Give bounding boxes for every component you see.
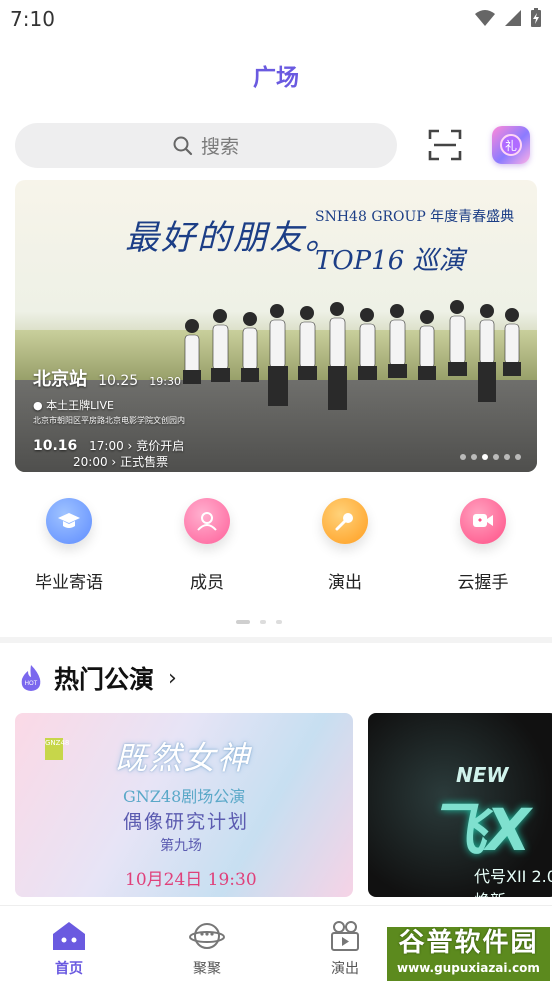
quick-item-cloud-handshake[interactable]: 云握手 bbox=[414, 498, 552, 593]
video-chat-icon bbox=[460, 498, 506, 544]
quick-item-performance[interactable]: 演出 bbox=[276, 498, 414, 593]
gift-ribbon: 礼 bbox=[500, 134, 522, 156]
quick-item-graduation[interactable]: 毕业寄语 bbox=[0, 498, 138, 593]
search-placeholder: 搜索 bbox=[200, 136, 239, 158]
graduation-cap-icon bbox=[46, 498, 92, 544]
gift-badge-icon[interactable]: 礼 bbox=[492, 126, 530, 164]
page-title: 广场 bbox=[253, 65, 299, 91]
banner-venue: 本土王牌LIVE bbox=[46, 399, 114, 412]
banner-dot-active[interactable] bbox=[482, 454, 488, 460]
banner-address: 北京市朝阳区平房路北京电影学院文创园内 bbox=[33, 416, 185, 425]
card-line2: 飞X bbox=[428, 796, 531, 864]
watermark-url: www.gupuxiazai.com bbox=[397, 961, 540, 975]
tab-gathering[interactable]: 聚聚 bbox=[167, 920, 247, 978]
banner-sale-info: 10.16 17:00 › 竞价开启 20:00 › 正式售票 bbox=[33, 438, 185, 469]
card-episode: 第九场 bbox=[160, 838, 202, 854]
hot-flame-icon: HOT bbox=[21, 665, 41, 691]
wifi-icon bbox=[475, 10, 495, 26]
tab-home[interactable]: 首页 bbox=[29, 920, 109, 978]
scan-icon[interactable] bbox=[428, 128, 462, 162]
chevron-right-icon[interactable]: › bbox=[168, 666, 177, 691]
pager-dot-active[interactable] bbox=[236, 620, 250, 624]
banner-city: 北京站 bbox=[33, 369, 87, 390]
banner-dot[interactable] bbox=[515, 454, 521, 460]
search-input[interactable]: 搜索 bbox=[15, 123, 397, 168]
svg-text:HOT: HOT bbox=[25, 681, 38, 687]
banner-sale-date: 10.16 bbox=[33, 438, 78, 454]
banner-time: 19:30 bbox=[149, 375, 181, 388]
card-team: GNZ48剧场公演 bbox=[123, 787, 246, 806]
gnz48-logo: GNZ48 bbox=[45, 738, 69, 760]
banner-sale-time-1: 17:00 bbox=[89, 439, 124, 453]
quick-menu: 毕业寄语 成员 演出 云握手 bbox=[0, 498, 552, 598]
tab-label: 演出 bbox=[331, 961, 359, 977]
search-icon bbox=[173, 136, 193, 155]
banner-dot[interactable] bbox=[460, 454, 466, 460]
quick-item-label: 成员 bbox=[190, 573, 224, 593]
banner-event-info: 北京站 10.25 19:30 ● 本土王牌LIVE 北京市朝阳区平房路北京电影… bbox=[33, 365, 185, 470]
performance-icon bbox=[331, 921, 359, 951]
status-time: 7:10 bbox=[10, 7, 55, 31]
quick-menu-pager bbox=[236, 620, 282, 624]
app-screen: 7:10 广场 搜索 礼 最好的朋友。 SNH48 GROUP 年度青春盛典 T… bbox=[0, 0, 552, 983]
microphone-icon bbox=[322, 498, 368, 544]
home-icon bbox=[53, 922, 85, 950]
card-line3: 代号XII 2.0 焕新 bbox=[474, 867, 552, 897]
watermark-logo: 谷普软件园 www.gupuxiazai.com bbox=[385, 925, 552, 983]
status-bar: 7:10 bbox=[0, 0, 552, 38]
quick-item-label: 毕业寄语 bbox=[35, 573, 103, 593]
hot-section-header[interactable]: HOT 热门公演 › bbox=[18, 660, 177, 696]
quick-item-label: 演出 bbox=[328, 573, 362, 593]
banner-sale-text-1: 竞价开启 bbox=[136, 439, 185, 453]
banner-script-title: 最好的朋友。 bbox=[125, 218, 341, 258]
watermark-title: 谷普软件园 bbox=[398, 928, 539, 958]
member-icon bbox=[184, 498, 230, 544]
banner-group-title: SNH48 GROUP 年度青春盛典 bbox=[315, 209, 515, 225]
status-icons bbox=[474, 8, 542, 28]
banner-tour-title: TOP16 巡演 bbox=[315, 246, 465, 276]
pager-dot[interactable] bbox=[260, 620, 266, 624]
performance-card[interactable]: NEW 飞X 代号XII 2.0 焕新 bbox=[368, 713, 552, 897]
banner-dot[interactable] bbox=[471, 454, 477, 460]
tab-label: 聚聚 bbox=[193, 961, 221, 977]
banner-date: 10.25 bbox=[98, 373, 139, 389]
chat-planet-icon bbox=[189, 923, 225, 949]
battery-icon bbox=[531, 8, 541, 27]
banner-sale-time-2: 20:00 bbox=[73, 455, 108, 469]
performance-card[interactable]: GNZ48 既然女神 GNZ48剧场公演 偶像研究计划 第九场 10月24日 1… bbox=[15, 713, 353, 897]
signal-icon bbox=[505, 10, 521, 26]
group-photo-illustration bbox=[183, 300, 521, 410]
location-pin-icon: ● bbox=[33, 399, 43, 412]
pager-dot[interactable] bbox=[276, 620, 282, 624]
banner-pagination bbox=[460, 454, 521, 460]
quick-item-label: 云握手 bbox=[457, 573, 509, 593]
card-subtitle: 偶像研究计划 bbox=[123, 811, 250, 833]
hot-section-title: 热门公演 bbox=[54, 665, 155, 694]
tab-performance[interactable]: 演出 bbox=[305, 920, 385, 978]
tab-label: 首页 bbox=[55, 961, 83, 977]
section-divider bbox=[0, 637, 552, 643]
card-title: 既然女神 bbox=[115, 739, 252, 777]
banner-dot[interactable] bbox=[504, 454, 510, 460]
banner-sale-text-2: 正式售票 bbox=[120, 455, 169, 469]
quick-item-members[interactable]: 成员 bbox=[138, 498, 276, 593]
card-datetime: 10月24日 19:30 bbox=[125, 870, 257, 890]
banner-dot[interactable] bbox=[493, 454, 499, 460]
banner-carousel[interactable]: 最好的朋友。 SNH48 GROUP 年度青春盛典 TOP16 巡演 北京站 1… bbox=[15, 180, 537, 472]
